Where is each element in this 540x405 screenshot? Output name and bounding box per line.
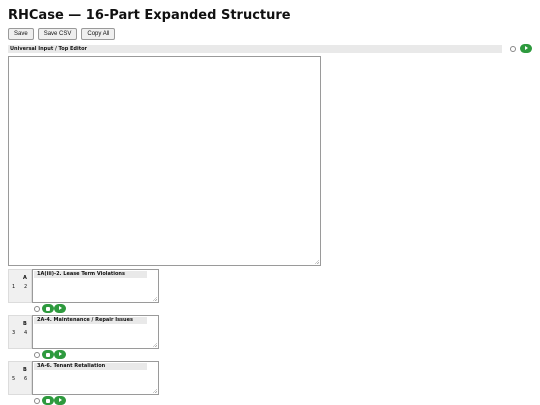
resize-grip-icon[interactable] <box>153 389 157 393</box>
run-button[interactable] <box>54 304 66 313</box>
section-right-number: 4 <box>24 330 28 336</box>
save-csv-button[interactable]: Save CSV <box>37 28 78 40</box>
stop-button[interactable] <box>42 350 54 359</box>
section-letter: B <box>23 321 27 327</box>
top-editor-run-button[interactable] <box>520 44 532 53</box>
save-button[interactable]: Save <box>8 28 34 40</box>
resize-grip-icon[interactable] <box>153 343 157 347</box>
section-textarea[interactable]: 1A(iii)-2. Lease Term Violations <box>32 269 159 303</box>
copy-all-button[interactable]: Copy All <box>81 28 116 40</box>
toolbar: Save Save CSV Copy All <box>8 28 116 40</box>
run-button[interactable] <box>54 396 66 405</box>
section-radio[interactable] <box>34 352 40 358</box>
top-editor-textarea[interactable] <box>8 56 321 266</box>
section-index: 5 B 6 <box>8 361 32 395</box>
section-index: 1 A 2 <box>8 269 32 303</box>
section-radio[interactable] <box>34 398 40 404</box>
resize-grip-icon[interactable] <box>315 260 319 264</box>
section-letter: A <box>23 275 27 281</box>
section-index: 3 B 4 <box>8 315 32 349</box>
section-textarea[interactable]: 3A-6. Tenant Retaliation <box>32 361 159 395</box>
section-radio[interactable] <box>34 306 40 312</box>
section-left-number: 1 <box>12 284 16 290</box>
section-title: 2A-4. Maintenance / Repair Issues <box>34 317 147 324</box>
section-right-number: 2 <box>24 284 28 290</box>
section-left-number: 5 <box>12 376 16 382</box>
section-title: 1A(iii)-2. Lease Term Violations <box>34 271 147 278</box>
resize-grip-icon[interactable] <box>153 297 157 301</box>
top-editor-label: Universal Input / Top Editor <box>8 45 502 53</box>
stop-button[interactable] <box>42 396 54 405</box>
stop-button[interactable] <box>42 304 54 313</box>
section-letter: B <box>23 367 27 373</box>
section-textarea[interactable]: 2A-4. Maintenance / Repair Issues <box>32 315 159 349</box>
run-button[interactable] <box>54 350 66 359</box>
page-title: RHCase — 16-Part Expanded Structure <box>8 8 291 23</box>
section-right-number: 6 <box>24 376 28 382</box>
section-left-number: 3 <box>12 330 16 336</box>
top-editor-radio[interactable] <box>510 46 516 52</box>
section-title: 3A-6. Tenant Retaliation <box>34 363 147 370</box>
